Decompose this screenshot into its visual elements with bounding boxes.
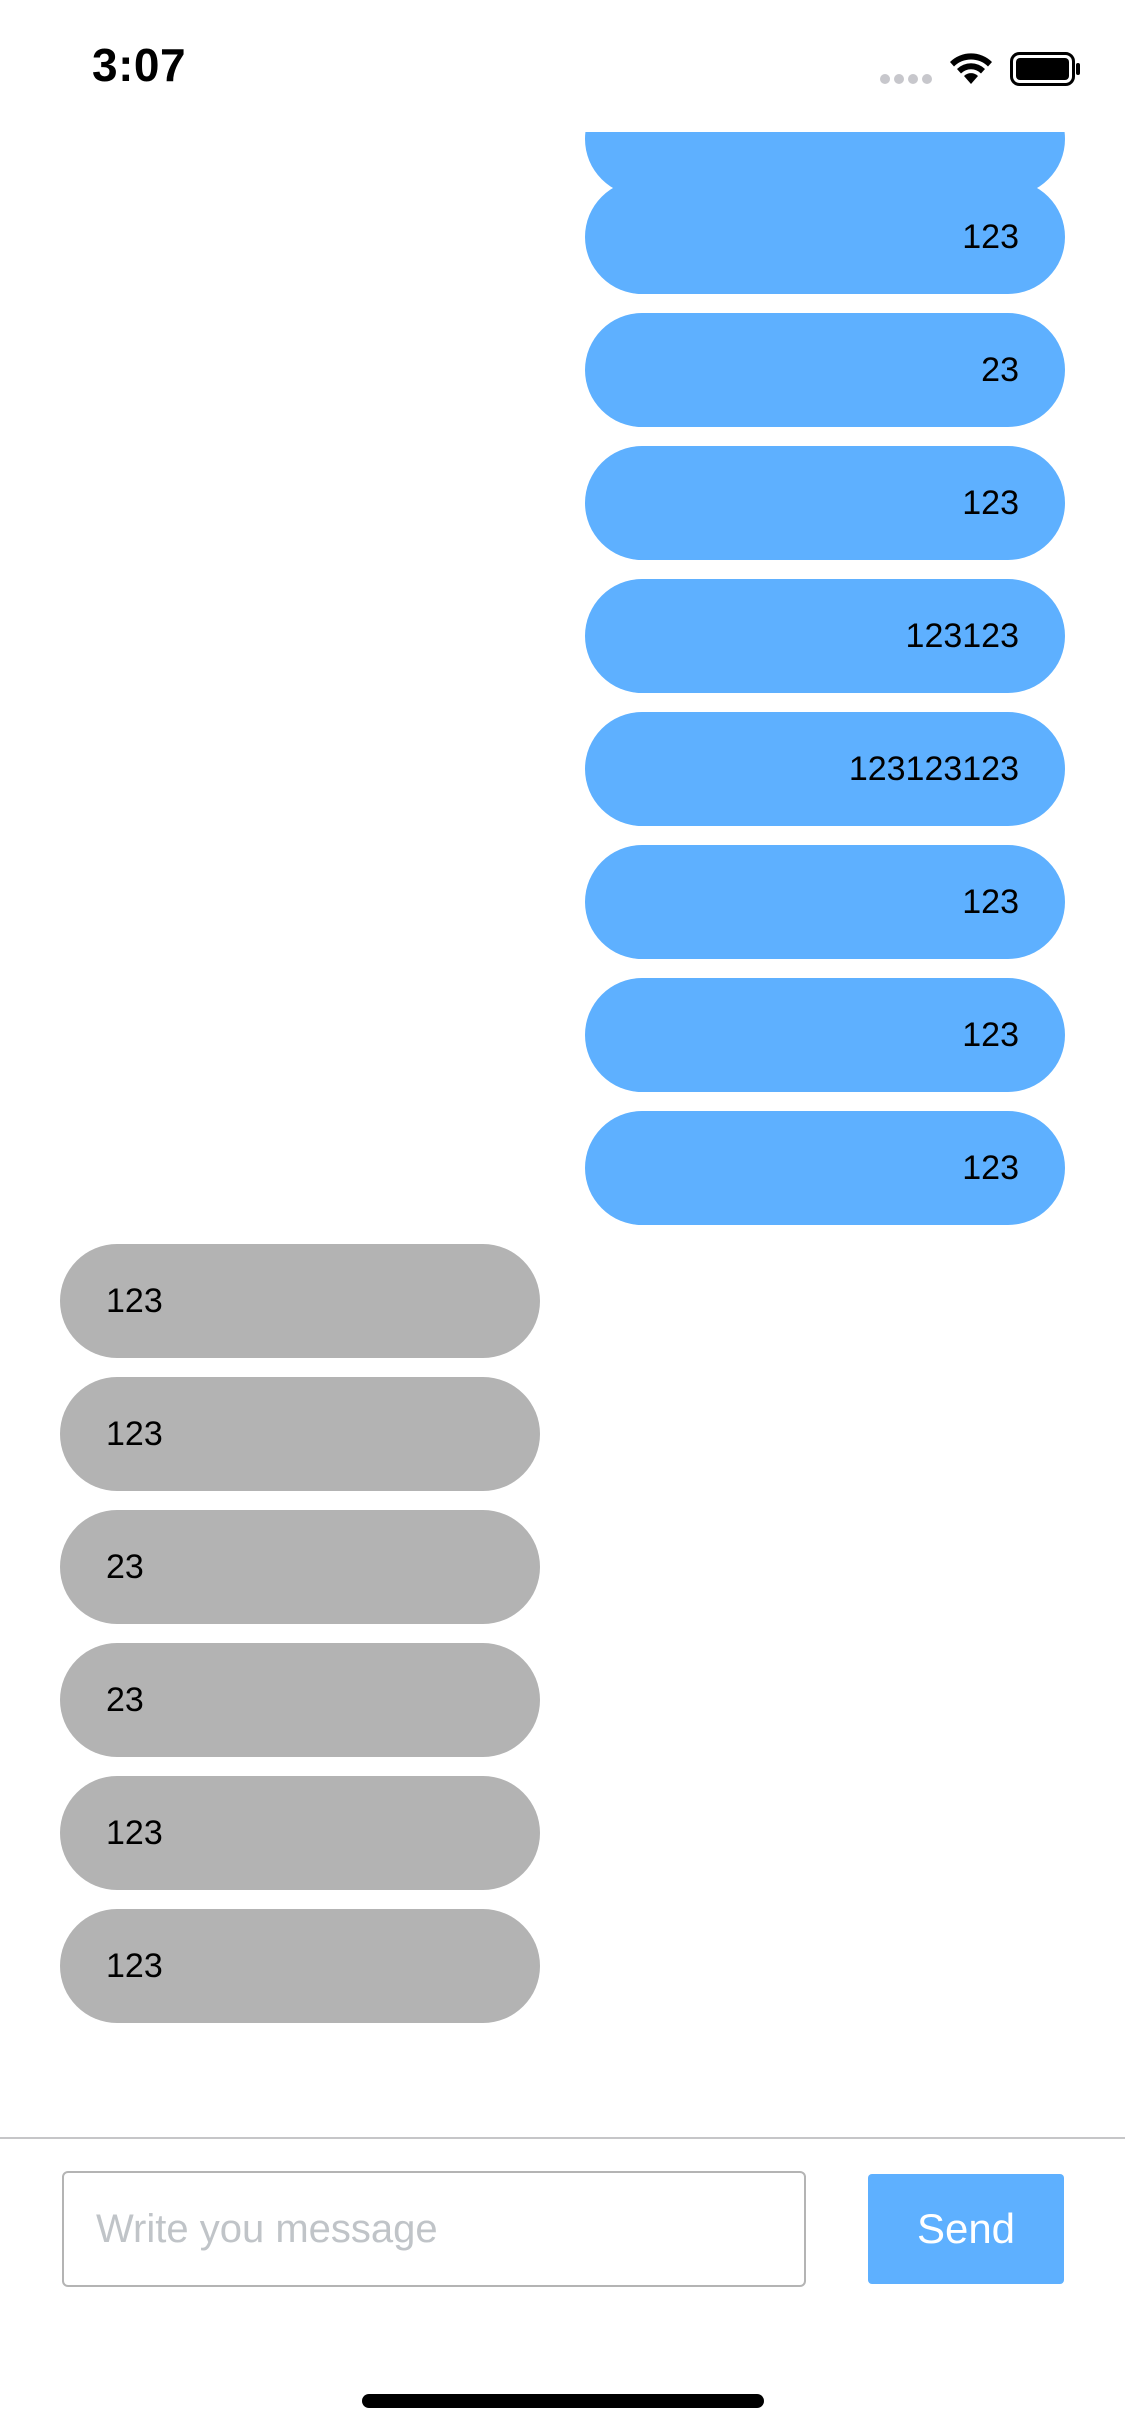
- message-text: 123123123: [848, 749, 1019, 788]
- send-button[interactable]: Send: [868, 2174, 1064, 2284]
- received-message-bubble: 123: [60, 1776, 540, 1890]
- message-text: 23: [106, 1547, 144, 1586]
- message-text: 123: [962, 1015, 1019, 1054]
- sent-message-bubble: 123123123: [585, 712, 1065, 826]
- status-bar: 3:07: [0, 0, 1125, 132]
- received-message-bubble: 123: [60, 1909, 540, 2023]
- received-message-bubble: 123: [60, 1244, 540, 1358]
- sent-message-bubble: 123: [585, 845, 1065, 959]
- message-input[interactable]: [62, 2171, 806, 2287]
- message-text: 123: [106, 1813, 163, 1852]
- message-text: 123: [106, 1281, 163, 1320]
- sent-message-bubble: 123: [585, 978, 1065, 1092]
- sent-message-bubble: 123123: [585, 579, 1065, 693]
- sent-message-bubble: 123: [585, 1111, 1065, 1225]
- wifi-icon: [950, 53, 992, 84]
- message-list[interactable]: 123 23 123 123123 123123123 123 123 123 …: [0, 132, 1125, 2138]
- message-text: 123: [962, 1148, 1019, 1187]
- home-indicator[interactable]: [362, 2394, 764, 2408]
- message-text: 23: [981, 350, 1019, 389]
- message-text: 23: [106, 1680, 144, 1719]
- message-text: 123: [962, 882, 1019, 921]
- sent-message-bubble: 23: [585, 313, 1065, 427]
- message-text: 123: [962, 483, 1019, 522]
- status-time: 3:07: [92, 39, 187, 91]
- message-text: 123: [962, 217, 1019, 256]
- message-text: 123: [106, 1414, 163, 1453]
- received-message-bubble: 23: [60, 1510, 540, 1624]
- battery-icon: [1010, 52, 1080, 86]
- sent-message-bubble: 123: [585, 180, 1065, 294]
- message-text: 123123: [905, 616, 1019, 655]
- composer-divider: [0, 2137, 1125, 2139]
- cellular-signal-icon: [880, 74, 936, 86]
- received-message-bubble: 23: [60, 1643, 540, 1757]
- message-text: 123: [106, 1946, 163, 1985]
- received-message-bubble: 123: [60, 1377, 540, 1491]
- sent-message-bubble: 123: [585, 446, 1065, 560]
